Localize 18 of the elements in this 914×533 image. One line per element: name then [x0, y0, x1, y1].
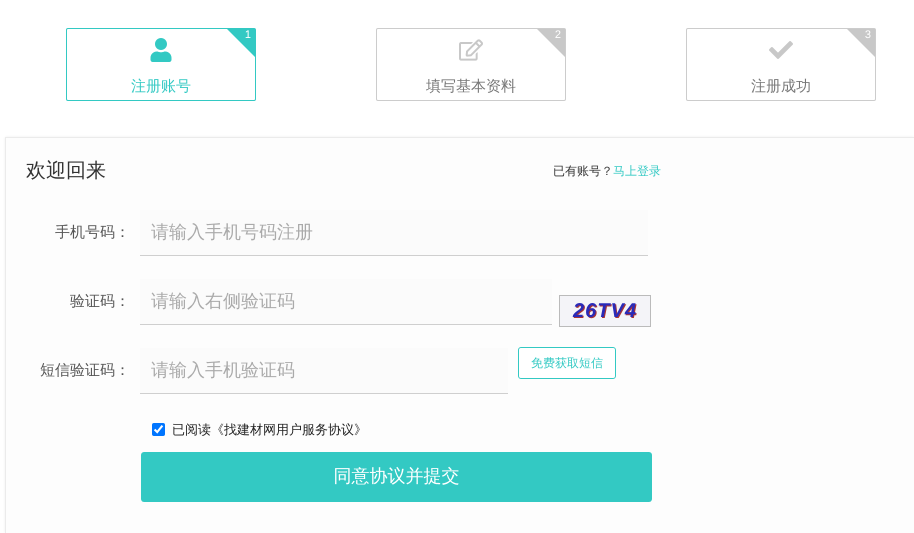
agreement-checkbox[interactable]: [152, 423, 165, 436]
field-label: 短信验证码：: [39, 360, 131, 381]
step-number: 1: [244, 29, 251, 42]
step-label: 注册账号: [131, 77, 191, 97]
user-icon: [149, 38, 173, 62]
panel-title: 欢迎回来: [26, 159, 106, 184]
login-link[interactable]: 马上登录: [613, 164, 661, 178]
get-sms-button[interactable]: 免费获取短信: [518, 347, 616, 379]
edit-icon: [459, 38, 483, 62]
field-label: 手机号码：: [54, 222, 131, 243]
submit-button[interactable]: 同意协议并提交: [141, 452, 652, 502]
step-label: 填写基本资料: [426, 77, 516, 97]
step-label: 注册成功: [751, 77, 811, 97]
captcha-image[interactable]: 26TV4: [559, 295, 651, 327]
check-icon: [769, 38, 793, 62]
login-prompt: 已有账号？: [553, 164, 613, 178]
agreement-text: 已阅读《找建材网用户服务协议》: [172, 421, 367, 439]
field-label: 验证码：: [69, 292, 131, 312]
